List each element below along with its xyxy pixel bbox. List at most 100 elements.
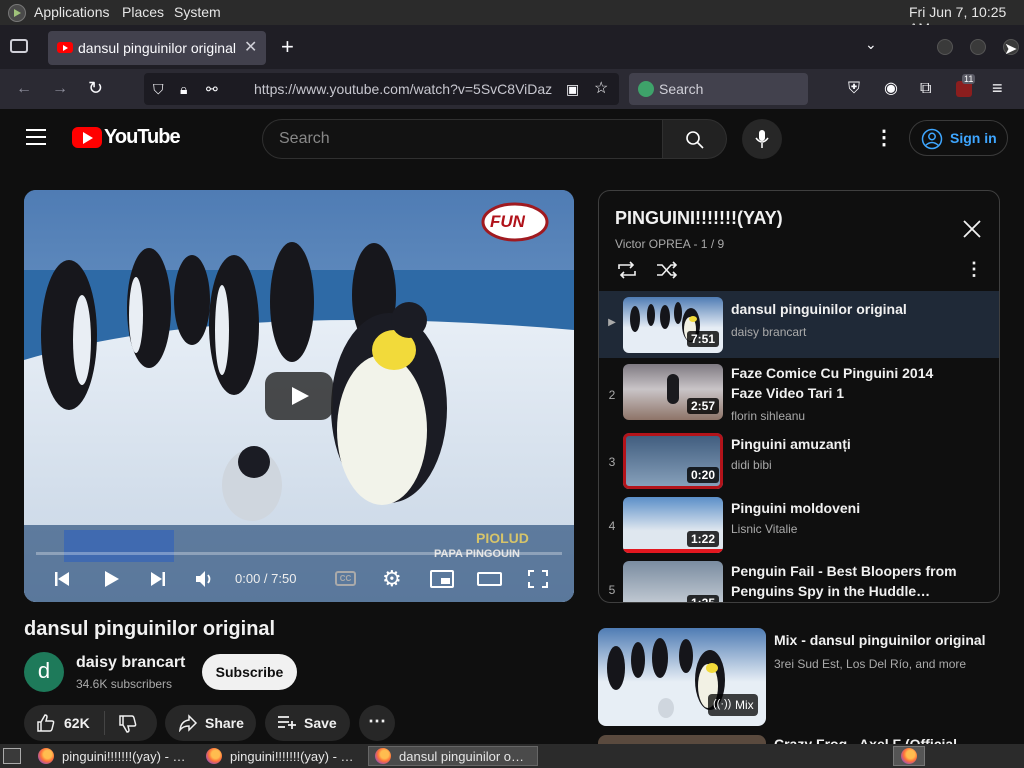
dislike-thumb-down-icon[interactable] <box>118 714 138 734</box>
playlist-item-4[interactable]: 4 1:22 Pinguini moldoveni Lisnic Vitalie <box>599 492 999 556</box>
list-tabs-chevron-down-icon[interactable]: ⌄ <box>865 36 877 53</box>
save-button[interactable]: Save <box>265 705 350 741</box>
workspace-switcher[interactable] <box>893 746 925 766</box>
playlist-item-title[interactable]: Pinguini amuzanți <box>731 434 961 454</box>
reload-icon[interactable]: ↻ <box>88 79 103 97</box>
next-recommendation-thumbnail[interactable] <box>598 735 766 744</box>
fullscreen-icon[interactable] <box>528 570 548 588</box>
reader-view-icon[interactable]: ▣ <box>566 81 579 97</box>
back-arrow-icon[interactable]: ← <box>16 81 32 97</box>
video-title: dansul pinguinilor original <box>24 618 276 640</box>
pocket-icon[interactable]: ⛨ <box>848 81 860 97</box>
sign-in-button[interactable]: Sign in <box>909 120 1008 156</box>
avatar[interactable]: d <box>24 652 64 692</box>
playlist-item-5[interactable]: 5 1:25 Penguin Fail - Best Bloopers from… <box>599 556 999 602</box>
menu-places[interactable]: Places <box>122 4 164 20</box>
thumbnail[interactable]: 0:20 <box>623 433 723 489</box>
voice-search-button[interactable] <box>742 119 782 159</box>
playlist-item-title[interactable]: Penguin Fail - Best Bloopers from Pengui… <box>731 561 961 601</box>
account-icon[interactable]: ◉ <box>884 81 898 97</box>
loop-icon[interactable] <box>616 261 638 279</box>
subtitles-icon[interactable]: CC <box>335 571 356 586</box>
video-caption-text: PIOLUD <box>476 530 529 546</box>
shield-icon[interactable]: ⛉ <box>153 81 164 97</box>
youtube-logo-text[interactable]: YouTube <box>104 126 181 149</box>
hamburger-menu-icon[interactable]: ≡ <box>992 79 1003 97</box>
menu-system[interactable]: System <box>174 4 221 20</box>
shuffle-icon[interactable] <box>656 261 678 279</box>
duration-badge: 0:20 <box>686 467 719 483</box>
url-text[interactable]: https://www.youtube.com/watch?v=5SvC8ViD… <box>254 81 559 97</box>
youtube-logo-icon[interactable] <box>72 127 102 148</box>
playlist-item-title[interactable]: Pinguini moldoveni <box>731 498 961 518</box>
browser-search-bar[interactable]: Search <box>629 73 808 105</box>
like-thumb-up-icon[interactable] <box>36 713 56 733</box>
tab-active[interactable]: dansul pinguinilor original - ✕ <box>48 31 266 65</box>
theater-mode-icon[interactable] <box>477 572 502 586</box>
settings-more-icon[interactable]: ⋮ <box>874 125 894 150</box>
guide-menu-icon[interactable] <box>26 129 46 145</box>
close-icon[interactable] <box>962 219 982 239</box>
next-recommendation-title[interactable]: Crazy Frog - Axel F (Official <box>774 735 957 744</box>
lock-icon[interactable]: 🔒︎ <box>180 81 187 97</box>
miniplayer-icon[interactable] <box>430 570 454 588</box>
extensions-puzzle-icon[interactable]: ⧉ <box>920 81 931 97</box>
forward-arrow-icon[interactable]: → <box>52 81 68 97</box>
url-bar[interactable]: ⛉ 🔒︎ ⚯ https://www.youtube.com/watch?v=5… <box>144 73 619 105</box>
thumbnail[interactable]: 1:22 <box>623 497 723 553</box>
youtube-search-button[interactable] <box>663 119 727 159</box>
settings-gear-icon[interactable]: ⚙ <box>382 566 402 592</box>
playlist-item-title[interactable]: dansul pinguinilor original <box>731 299 961 319</box>
previous-icon[interactable] <box>54 571 70 587</box>
bookmark-star-icon[interactable]: ☆ <box>594 81 608 97</box>
firefox-icon <box>375 748 391 764</box>
playlist-more-icon[interactable]: ⋮ <box>965 259 983 280</box>
next-icon[interactable] <box>150 571 166 587</box>
playlist-item-3[interactable]: 3 0:20 Pinguini amuzanți didi bibi <box>599 428 999 492</box>
channel-name[interactable]: daisy brancart <box>76 654 185 672</box>
extension-badge: 11 <box>962 74 976 84</box>
new-tab-icon[interactable]: + <box>281 34 294 60</box>
youtube-search-placeholder: Search <box>279 130 330 147</box>
taskbar-item-3-active[interactable]: dansul pinguinilor o… <box>368 746 538 766</box>
divider <box>104 711 105 735</box>
taskbar-item-2[interactable]: pinguini!!!!!!!(yay) - … <box>200 746 366 766</box>
show-desktop-icon[interactable] <box>3 748 21 764</box>
taskbar-item-label: dansul pinguinilor o… <box>399 749 525 764</box>
taskbar: pinguini!!!!!!!(yay) - … pinguini!!!!!!!… <box>0 744 1024 768</box>
share-button[interactable]: Share <box>165 705 256 741</box>
playlist-item-channel: daisy brancart <box>731 325 807 339</box>
subscribe-button[interactable]: Subscribe <box>202 654 297 690</box>
thumbnail[interactable]: 7:51 <box>623 297 723 353</box>
more-actions-button[interactable]: ⋯ <box>359 705 395 741</box>
playlist-item-1[interactable]: ▶ 7:51 dansul pinguinilor original daisy… <box>599 291 999 358</box>
youtube-search-input[interactable]: Search <box>262 119 663 159</box>
thumbnail[interactable]: 1:25 <box>623 561 723 602</box>
video-player[interactable]: FUN PIOLUD PAPA PINGOUIN 0:00 / 7:50 CC … <box>24 190 574 602</box>
share-arrow-icon <box>179 714 198 732</box>
thumbnail[interactable]: 2:57 <box>623 364 723 420</box>
permissions-icon[interactable]: ⚯ <box>206 81 218 97</box>
window-maximize-icon[interactable] <box>970 39 986 55</box>
menu-applications[interactable]: Applications <box>34 4 110 20</box>
progress-bar[interactable] <box>36 552 562 555</box>
playlist-item-title[interactable]: Faze Comice Cu Pinguini 2014 Faze Video … <box>731 363 961 403</box>
recommendation-title[interactable]: Mix - dansul pinguinilor original <box>774 632 1004 648</box>
tab-overview-icon[interactable] <box>10 39 28 53</box>
firefox-icon <box>38 748 54 764</box>
window-minimize-icon[interactable] <box>937 39 953 55</box>
taskbar-item-1[interactable]: pinguini!!!!!!!(yay) - … <box>32 746 198 766</box>
mix-thumbnail[interactable]: ((·)) Mix <box>598 628 766 726</box>
tab-close-icon[interactable]: ✕ <box>244 37 257 57</box>
playlist-title[interactable]: PINGUINI!!!!!!!(YAY) <box>615 208 783 229</box>
subscriber-count: 34.6K subscribers <box>76 677 173 691</box>
playlist-item-channel: florin sihleanu <box>731 409 806 423</box>
volume-icon[interactable] <box>195 570 215 588</box>
browser-tab-strip: dansul pinguinilor original - ✕ + ⌄ ➤ <box>0 25 1024 69</box>
system-logo-icon[interactable] <box>8 4 26 22</box>
playlist-item-index: 5 <box>608 583 616 597</box>
play-pause-icon[interactable] <box>104 570 120 588</box>
large-play-button[interactable] <box>265 372 333 420</box>
like-count[interactable]: 62K <box>64 715 90 731</box>
playlist-item-2[interactable]: 2 2:57 Faze Comice Cu Pinguini 2014 Faze… <box>599 358 999 423</box>
